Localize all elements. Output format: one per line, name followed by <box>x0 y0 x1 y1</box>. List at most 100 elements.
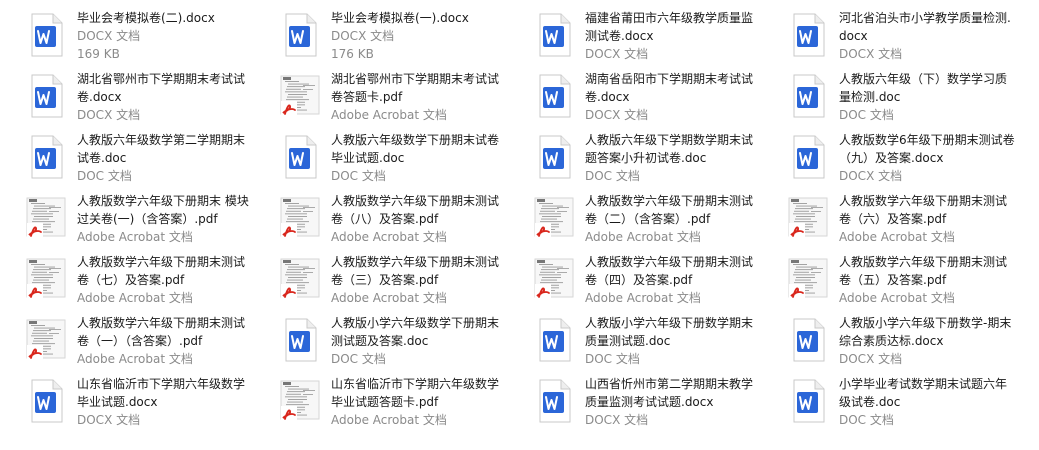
file-type: DOCX 文档 <box>839 169 903 183</box>
word-icon <box>531 12 577 58</box>
file-item[interactable]: 山西省忻州市第二学期期末教学质量监测考试试题.docx DOCX 文档 <box>513 372 763 428</box>
file-name: 人教版数学六年级下册期末测试卷（七）及答案.pdf <box>77 255 246 287</box>
file-item[interactable]: 人教版小学六年级数学下册期末测试题及答案.doc DOC 文档 <box>259 311 509 367</box>
file-name: 人教版数学六年级下册期末测试卷（八）及答案.pdf <box>331 194 500 226</box>
word-icon <box>23 12 69 58</box>
word-icon <box>531 73 577 119</box>
file-type: DOC 文档 <box>331 352 386 366</box>
file-type: Adobe Acrobat 文档 <box>839 291 955 305</box>
file-type: DOCX 文档 <box>585 413 649 427</box>
file-item[interactable]: 人教版数学六年级下册期末测试卷（六）及答案.pdf Adobe Acrobat 文… <box>767 189 1017 245</box>
file-name: 人教版数学六年级下册期末测试卷（一）（含答案）.pdf <box>77 316 246 348</box>
file-name: 湖北省鄂州市下学期期末考试试卷答题卡.pdf <box>331 72 500 104</box>
file-type: DOCX 文档 <box>585 108 649 122</box>
word-icon <box>277 317 323 363</box>
file-item[interactable]: 人教版数学六年级下册期末测试卷（五）及答案.pdf Adobe Acrobat 文… <box>767 250 1017 306</box>
file-type: DOCX 文档 <box>331 29 395 43</box>
file-type: DOC 文档 <box>839 413 894 427</box>
word-icon <box>531 378 577 424</box>
file-name: 人教版六年级下学期数学期末试题答案小升初试卷.doc <box>585 133 754 165</box>
file-item[interactable]: 人教版六年级（下）数学学习质量检测.doc DOC 文档 <box>767 67 1017 123</box>
file-name: 人教版六年级（下）数学学习质量检测.doc <box>839 72 1008 104</box>
file-item[interactable]: 人教版数学六年级下册期末测试卷（三）及答案.pdf Adobe Acrobat 文… <box>259 250 509 306</box>
file-item[interactable]: 人教版小学六年级下册数学期末质量测试题.doc DOC 文档 <box>513 311 763 367</box>
word-icon <box>531 134 577 180</box>
pdf-thumb-icon <box>531 195 577 241</box>
file-item[interactable]: 人教版六年级数学第二学期期末试卷.doc DOC 文档 <box>5 128 255 184</box>
pdf-thumb-icon <box>531 256 577 302</box>
file-type: Adobe Acrobat 文档 <box>331 413 447 427</box>
file-name: 人教版小学六年级数学下册期末测试题及答案.doc <box>331 316 500 348</box>
file-type: DOC 文档 <box>585 169 640 183</box>
pdf-thumb-icon <box>23 256 69 302</box>
file-type: DOCX 文档 <box>77 108 141 122</box>
file-item[interactable]: 人教版六年级数学下册期末试卷毕业试题.doc DOC 文档 <box>259 128 509 184</box>
word-icon <box>277 12 323 58</box>
file-name: 山西省忻州市第二学期期末教学质量监测考试试题.docx <box>585 377 754 409</box>
file-name: 人教版数学六年级下册期末测试卷（二）（含答案）.pdf <box>585 194 754 226</box>
file-type: Adobe Acrobat 文档 <box>839 230 955 244</box>
file-name: 人教版六年级数学下册期末试卷毕业试题.doc <box>331 133 500 165</box>
file-name: 人教版数学六年级下册期末测试卷（五）及答案.pdf <box>839 255 1008 287</box>
file-item[interactable]: 人教版数学六年级下册期末测试卷（四）及答案.pdf Adobe Acrobat 文… <box>513 250 763 306</box>
file-item[interactable]: 毕业会考模拟卷(二).docx DOCX 文档 169 KB <box>5 6 255 62</box>
word-icon <box>531 317 577 363</box>
file-item[interactable]: 人教版数学6年级下册期末测试卷（九）及答案.docx DOCX 文档 <box>767 128 1017 184</box>
file-item[interactable]: 人教版数学六年级下册期末测试卷（七）及答案.pdf Adobe Acrobat 文… <box>5 250 255 306</box>
file-name: 毕业会考模拟卷(二).docx <box>77 11 215 25</box>
file-item[interactable]: 毕业会考模拟卷(一).docx DOCX 文档 176 KB <box>259 6 509 62</box>
file-type: DOCX 文档 <box>77 29 141 43</box>
file-item[interactable]: 人教版数学六年级下册期末测试卷（二）（含答案）.pdf Adobe Acrobat… <box>513 189 763 245</box>
file-type: DOC 文档 <box>839 108 894 122</box>
file-item[interactable]: 人教版六年级下学期数学期末试题答案小升初试卷.doc DOC 文档 <box>513 128 763 184</box>
file-grid: 毕业会考模拟卷(二).docx DOCX 文档 169 KB 毕业会考模拟卷(一).… <box>0 0 1039 450</box>
pdf-thumb-icon <box>23 317 69 363</box>
file-name: 湖北省鄂州市下学期期末考试试卷.docx <box>77 72 246 104</box>
file-name: 山东省临沂市下学期六年级数学毕业试题答题卡.pdf <box>331 377 500 409</box>
file-type: DOC 文档 <box>77 169 132 183</box>
pdf-thumb-icon <box>277 378 323 424</box>
file-name: 湖南省岳阳市下学期期末考试试卷.docx <box>585 72 754 104</box>
file-type: Adobe Acrobat 文档 <box>585 230 701 244</box>
file-item[interactable]: 河北省泊头市小学教学质量检测.docx DOCX 文档 <box>767 6 1017 62</box>
file-item[interactable]: 人教版数学六年级下册期末测试卷（八）及答案.pdf Adobe Acrobat 文… <box>259 189 509 245</box>
file-name: 福建省莆田市六年级教学质量监测试卷.docx <box>585 11 754 43</box>
file-type: DOCX 文档 <box>839 47 903 61</box>
file-type: Adobe Acrobat 文档 <box>77 291 193 305</box>
word-icon <box>277 134 323 180</box>
file-type: DOC 文档 <box>585 352 640 366</box>
file-type: DOCX 文档 <box>839 352 903 366</box>
file-name: 人教版数学6年级下册期末测试卷（九）及答案.docx <box>839 133 1015 165</box>
file-name: 人教版数学六年级下册期末测试卷（四）及答案.pdf <box>585 255 754 287</box>
file-name: 人教版数学六年级下册期末测试卷（三）及答案.pdf <box>331 255 500 287</box>
word-icon <box>23 73 69 119</box>
file-item[interactable]: 人教版小学六年级下册数学-期末综合素质达标.docx DOCX 文档 <box>767 311 1017 367</box>
file-type: Adobe Acrobat 文档 <box>77 230 193 244</box>
file-type: DOC 文档 <box>331 169 386 183</box>
file-item[interactable]: 湖南省岳阳市下学期期末考试试卷.docx DOCX 文档 <box>513 67 763 123</box>
file-type: Adobe Acrobat 文档 <box>77 352 193 366</box>
file-size: 176 KB <box>331 47 374 61</box>
file-item[interactable]: 福建省莆田市六年级教学质量监测试卷.docx DOCX 文档 <box>513 6 763 62</box>
file-type: DOCX 文档 <box>585 47 649 61</box>
file-type: Adobe Acrobat 文档 <box>331 291 447 305</box>
pdf-thumb-icon <box>23 195 69 241</box>
file-item[interactable]: 人教版数学六年级下册期末 模块过关卷(一)（含答案）.pdf Adobe Acro… <box>5 189 255 245</box>
file-item[interactable]: 山东省临沂市下学期六年级数学毕业试题答题卡.pdf Adobe Acrobat 文… <box>259 372 509 428</box>
pdf-thumb-icon <box>277 195 323 241</box>
file-item[interactable]: 湖北省鄂州市下学期期末考试试卷答题卡.pdf Adobe Acrobat 文档 <box>259 67 509 123</box>
file-item[interactable]: 山东省临沂市下学期六年级数学毕业试题.docx DOCX 文档 <box>5 372 255 428</box>
pdf-thumb-icon <box>785 195 831 241</box>
file-item[interactable]: 人教版数学六年级下册期末测试卷（一）（含答案）.pdf Adobe Acrobat… <box>5 311 255 367</box>
word-icon <box>23 134 69 180</box>
file-name: 人教版小学六年级下册数学-期末综合素质达标.docx <box>839 316 1012 348</box>
pdf-thumb-icon <box>277 256 323 302</box>
file-name: 人教版六年级数学第二学期期末试卷.doc <box>77 133 246 165</box>
pdf-thumb-icon <box>277 73 323 119</box>
file-item[interactable]: 小学毕业考试数学期末试题六年级试卷.doc DOC 文档 <box>767 372 1017 428</box>
file-size: 169 KB <box>77 47 120 61</box>
word-icon <box>785 73 831 119</box>
pdf-thumb-icon <box>785 256 831 302</box>
word-icon <box>785 12 831 58</box>
file-item[interactable]: 湖北省鄂州市下学期期末考试试卷.docx DOCX 文档 <box>5 67 255 123</box>
